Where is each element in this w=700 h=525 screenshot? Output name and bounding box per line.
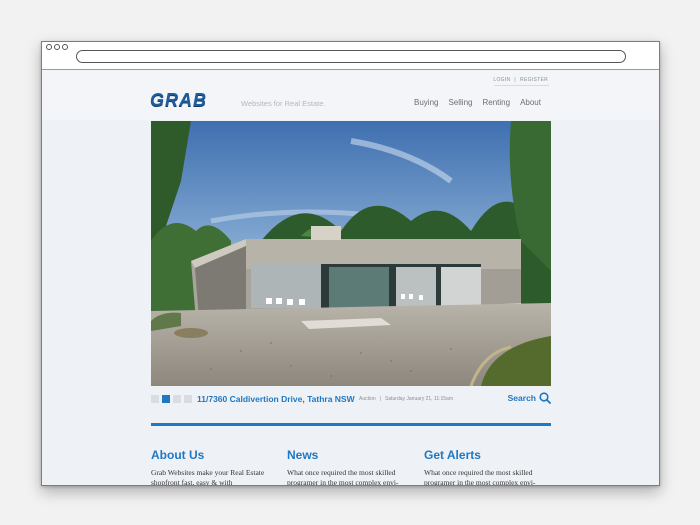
slide-dot-active[interactable]	[162, 395, 170, 403]
get-alerts-text: What once required the most skilled prog…	[424, 468, 536, 486]
site-tagline: Websites for Real Estate.	[241, 99, 326, 108]
news-column: News What once required the most skilled…	[287, 448, 407, 486]
nav-item-renting[interactable]: Renting	[482, 98, 510, 107]
house-photo-illustration	[151, 121, 551, 386]
nav-item-buying[interactable]: Buying	[414, 98, 438, 107]
address-bar[interactable]	[76, 50, 626, 63]
about-us-column: About Us Grab Websites make your Real Es…	[151, 448, 271, 486]
browser-toolbar	[42, 42, 659, 70]
meta-separator: |	[379, 396, 381, 402]
search-button[interactable]: Search	[508, 392, 551, 404]
site-logo[interactable]: GRAB	[150, 90, 207, 111]
get-alerts-column: Get Alerts What once required the most s…	[424, 448, 544, 486]
search-icon	[539, 392, 551, 404]
nav-item-about[interactable]: About	[520, 98, 541, 107]
hero-property-photo[interactable]	[151, 121, 551, 386]
slide-dot[interactable]	[184, 395, 192, 403]
search-label: Search	[507, 393, 536, 403]
close-button[interactable]	[46, 44, 52, 50]
slide-pager	[151, 395, 192, 403]
login-link[interactable]: LOGIN	[493, 77, 510, 83]
listing-address[interactable]: 11/7360 Caldivertion Drive, Tathra NSW	[197, 394, 355, 404]
window-controls	[46, 44, 68, 50]
account-links-divider	[494, 85, 549, 86]
web-page: LOGIN | REGISTER GRAB Websites for Real …	[42, 70, 659, 485]
news-text: What once required the most skilled prog…	[287, 468, 399, 486]
main-nav: Buying Selling Renting About	[414, 98, 541, 107]
listing-type: Auction	[359, 396, 376, 402]
about-us-heading[interactable]: About Us	[151, 448, 271, 462]
get-alerts-heading[interactable]: Get Alerts	[424, 448, 544, 462]
listing-meta: Auction | Saturday January 21, 11:15am	[359, 396, 453, 402]
maximize-button[interactable]	[62, 44, 68, 50]
link-separator: |	[514, 77, 517, 83]
listing-info-bar: 11/7360 Caldivertion Drive, Tathra NSW A…	[151, 392, 551, 406]
browser-window: LOGIN | REGISTER GRAB Websites for Real …	[41, 41, 660, 486]
site-header	[42, 70, 659, 120]
section-divider	[151, 423, 551, 426]
listing-date: Saturday January 21, 11:15am	[385, 396, 454, 402]
news-heading[interactable]: News	[287, 448, 407, 462]
register-link[interactable]: REGISTER	[520, 77, 548, 83]
slide-dot[interactable]	[173, 395, 181, 403]
nav-item-selling[interactable]: Selling	[448, 98, 472, 107]
about-us-text: Grab Websites make your Real Estate shop…	[151, 468, 265, 486]
minimize-button[interactable]	[54, 44, 60, 50]
slide-dot[interactable]	[151, 395, 159, 403]
account-links: LOGIN | REGISTER	[493, 77, 548, 83]
